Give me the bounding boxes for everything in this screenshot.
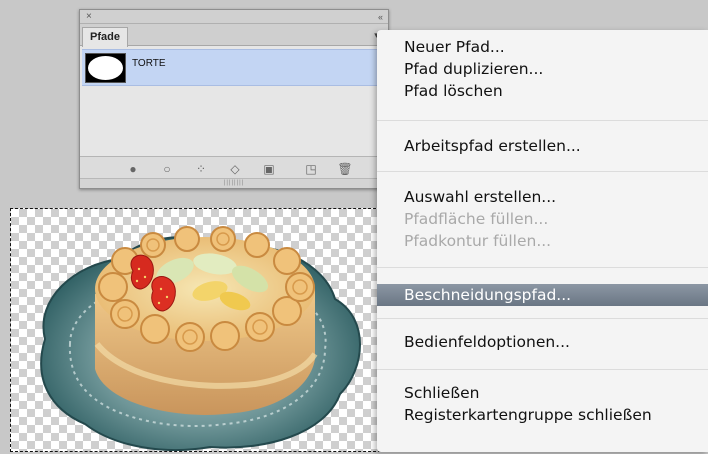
menu-separator (377, 369, 708, 370)
cake-image (40, 226, 361, 451)
paths-panel: × ‹‹ Pfade ▾≡ TORTE ● ○ ⁘ ◇ ▣ ◳ 🗑 ||||||… (79, 9, 389, 189)
stroke-path-icon[interactable]: ○ (160, 162, 174, 176)
menu-item-clipping-path[interactable]: Beschneidungspfad... (377, 284, 708, 306)
fill-path-icon[interactable]: ● (126, 162, 140, 176)
menu-item-close-tab-group[interactable]: Registerkartengruppe schließen (377, 404, 708, 426)
panel-flyout-menu: Neuer Pfad... Pfad duplizieren... Pfad l… (377, 30, 708, 452)
path-name: TORTE (132, 58, 166, 69)
path-thumbnail-shape (88, 56, 123, 80)
menu-item-panel-options[interactable]: Bedienfeldoptionen... (377, 331, 708, 353)
close-icon[interactable]: × (86, 10, 92, 24)
panel-tab-bar: Pfade ▾≡ (80, 24, 388, 47)
document-canvas[interactable] (10, 208, 386, 452)
menu-item-make-selection[interactable]: Auswahl erstellen... (377, 186, 708, 208)
delete-path-icon[interactable]: 🗑 (337, 162, 352, 176)
menu-item-make-work-path[interactable]: Arbeitspfad erstellen... (377, 135, 708, 157)
menu-item-delete-path[interactable]: Pfad löschen (377, 80, 708, 102)
tab-paths[interactable]: Pfade (82, 27, 128, 47)
menu-separator (377, 267, 708, 268)
load-as-selection-icon[interactable]: ⁘ (194, 162, 208, 176)
menu-item-fill-path: Pfadfläche füllen... (404, 210, 549, 228)
menu-item-new-path[interactable]: Neuer Pfad... (377, 36, 708, 58)
resize-grip[interactable]: |||||||| (80, 178, 388, 188)
path-list: TORTE (80, 47, 388, 157)
new-path-icon[interactable]: ◳ (304, 162, 318, 176)
menu-separator (377, 171, 708, 172)
panel-footer: ● ○ ⁘ ◇ ▣ ◳ 🗑 (80, 156, 388, 180)
collapse-icon[interactable]: ‹‹ (378, 10, 383, 24)
path-row-torte[interactable]: TORTE (82, 49, 388, 86)
menu-item-close[interactable]: Schließen (377, 382, 708, 404)
menu-separator (377, 318, 708, 319)
panel-title-bar[interactable]: × ‹‹ (80, 10, 388, 24)
menu-separator (377, 120, 708, 121)
add-mask-icon[interactable]: ▣ (262, 162, 276, 176)
make-work-path-icon[interactable]: ◇ (228, 162, 242, 176)
menu-item-duplicate-path[interactable]: Pfad duplizieren... (377, 58, 708, 80)
path-thumbnail (85, 53, 126, 83)
menu-item-stroke-path: Pfadkontur füllen... (404, 232, 552, 250)
